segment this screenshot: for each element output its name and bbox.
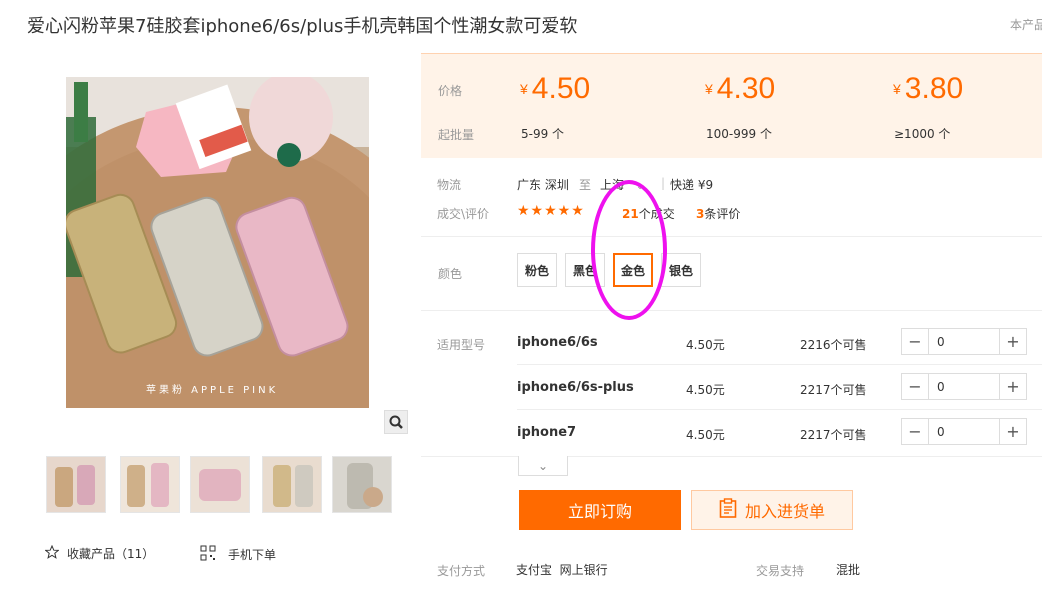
ship-from: 广东 深圳 — [517, 178, 569, 192]
express-fee: 快递 ¥9 — [670, 178, 714, 192]
quantity-stepper[interactable]: − 0 + — [901, 328, 1027, 355]
range-tier-2: 100-999 个 — [706, 127, 772, 141]
range-tier-1: 5-99 个 — [521, 127, 565, 141]
thumbnail-4[interactable] — [262, 456, 322, 513]
buy-now-button[interactable]: 立即订购 — [519, 490, 681, 530]
payment-methods: 支付宝 网上银行 — [516, 563, 608, 577]
quantity-stepper[interactable]: − 0 + — [901, 373, 1027, 400]
thumbnail-1[interactable] — [46, 456, 106, 513]
model-name: iphone6/6s — [517, 335, 598, 350]
color-label: 颜色 — [438, 267, 463, 281]
model-name: iphone7 — [517, 425, 577, 440]
range-tier-3: ≥1000 个 — [894, 127, 951, 141]
divider — [421, 236, 1042, 237]
thumbnail-5[interactable] — [332, 456, 392, 513]
divider: | — [661, 176, 666, 190]
quantity-input[interactable]: 0 — [929, 374, 999, 399]
logistics-label: 物流 — [437, 178, 462, 192]
price-value: 4.50 — [531, 72, 591, 105]
ship-to-word: 至 — [579, 178, 592, 192]
model-name: iphone6/6s-plus — [517, 380, 634, 395]
divider — [517, 364, 1042, 365]
divider — [421, 456, 1042, 457]
mobile-order-label: 手机下单 — [228, 548, 277, 562]
model-price: 4.50元 — [686, 338, 725, 352]
mobile-order-button[interactable]: 手机下单 — [200, 545, 276, 564]
quantity-stepper[interactable]: − 0 + — [901, 418, 1027, 445]
increment-button[interactable]: + — [999, 329, 1026, 354]
search-icon — [389, 415, 403, 429]
chevron-down-icon: ⌄ — [537, 458, 549, 473]
currency-symbol: ¥ — [520, 81, 528, 97]
expand-button[interactable]: ⌄ — [518, 456, 568, 476]
trade-support-value: 混批 — [836, 563, 861, 577]
product-photo: 苹果粉 APPLE PINK — [66, 77, 369, 408]
divider — [421, 310, 1042, 311]
decrement-button[interactable]: − — [902, 419, 929, 444]
price-value: 3.80 — [904, 72, 964, 105]
review-count-link[interactable]: 3条评价 — [696, 205, 740, 222]
favorite-label: 收藏产品（11） — [67, 547, 155, 561]
deals-label: 成交\评价 — [437, 207, 490, 221]
payment-label: 支付方式 — [437, 564, 486, 578]
highlight-annotation — [591, 180, 667, 320]
model-stock: 2216个可售 — [800, 338, 867, 352]
price-tier-2: ¥4.30 — [705, 72, 775, 106]
divider — [517, 409, 1042, 410]
review-suffix: 条评价 — [704, 207, 741, 221]
photo-caption: 苹果粉 APPLE PINK — [146, 383, 278, 396]
clipboard-icon — [719, 498, 737, 522]
quantity-input[interactable]: 0 — [929, 419, 999, 444]
decrement-button[interactable]: − — [902, 329, 929, 354]
price-tier-3: ¥3.80 — [893, 72, 963, 106]
thumbnail-3[interactable] — [190, 456, 250, 513]
increment-button[interactable]: + — [999, 419, 1026, 444]
top-right-text: 本产品 — [1010, 18, 1042, 32]
favorite-product-button[interactable]: 收藏产品（11） — [44, 544, 155, 562]
product-title: 爱心闪粉苹果7硅胶套iphone6/6s/plus手机壳韩国个性潮女款可爱软 — [27, 16, 578, 37]
color-option-silver[interactable]: 银色 — [661, 253, 701, 287]
model-label: 适用型号 — [437, 338, 486, 352]
model-price: 4.50元 — [686, 428, 725, 442]
thumbnail-2[interactable] — [120, 456, 180, 513]
zoom-button[interactable] — [384, 410, 408, 434]
min-batch-label: 起批量 — [438, 128, 475, 142]
price-tier-1: ¥4.50 — [520, 72, 590, 106]
currency-symbol: ¥ — [893, 81, 901, 97]
star-outline-icon — [44, 544, 60, 562]
add-to-cart-button[interactable]: 加入进货单 — [691, 490, 853, 530]
model-stock: 2217个可售 — [800, 383, 867, 397]
model-stock: 2217个可售 — [800, 428, 867, 442]
decrement-button[interactable]: − — [902, 374, 929, 399]
add-to-cart-label: 加入进货单 — [744, 502, 825, 521]
price-label: 价格 — [438, 84, 463, 98]
quantity-input[interactable]: 0 — [929, 329, 999, 354]
currency-symbol: ¥ — [705, 81, 713, 97]
price-value: 4.30 — [716, 72, 776, 105]
color-option-pink[interactable]: 粉色 — [517, 253, 557, 287]
model-price: 4.50元 — [686, 383, 725, 397]
rating-stars: ★★★★★ — [517, 203, 585, 219]
qr-code-icon — [200, 545, 216, 564]
trade-support-label: 交易支持 — [756, 564, 805, 578]
main-product-image[interactable]: 苹果粉 APPLE PINK — [66, 77, 369, 408]
increment-button[interactable]: + — [999, 374, 1026, 399]
